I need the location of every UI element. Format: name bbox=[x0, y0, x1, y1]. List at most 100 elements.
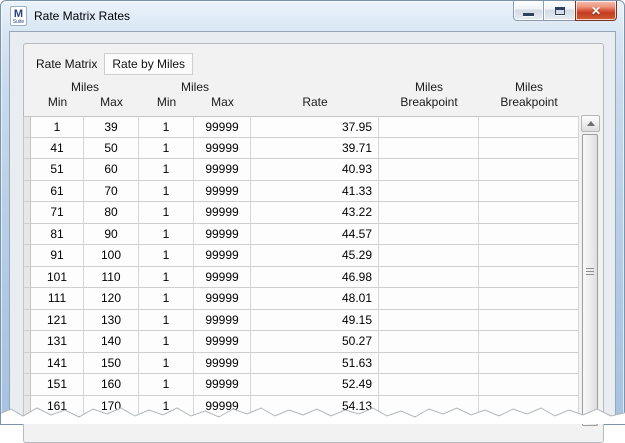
grid-cell[interactable]: 121 bbox=[31, 310, 84, 332]
grid-cell[interactable]: 46.98 bbox=[251, 267, 379, 289]
row-indicator[interactable] bbox=[23, 159, 31, 181]
grid-cell[interactable]: 99999 bbox=[194, 245, 251, 267]
grid-cell[interactable] bbox=[379, 374, 479, 396]
grid-cell[interactable]: 91 bbox=[31, 245, 84, 267]
grid-cell[interactable] bbox=[379, 202, 479, 224]
grid-cell[interactable] bbox=[379, 396, 479, 418]
grid-cell[interactable]: 54.13 bbox=[251, 396, 379, 418]
grid-cell[interactable]: 44.57 bbox=[251, 224, 379, 246]
close-button[interactable]: ✕ bbox=[575, 1, 617, 21]
grid-cell[interactable]: 130 bbox=[84, 310, 139, 332]
row-indicator[interactable] bbox=[23, 181, 31, 203]
app-icon[interactable]: M Suite bbox=[10, 6, 27, 26]
grid-cell[interactable]: 99999 bbox=[194, 288, 251, 310]
grid-cell[interactable]: 52.49 bbox=[251, 374, 379, 396]
grid-cell[interactable]: 1 bbox=[139, 374, 194, 396]
grid-cell[interactable]: 99999 bbox=[194, 353, 251, 375]
grid-cell[interactable]: 110 bbox=[84, 267, 139, 289]
grid-cell[interactable] bbox=[379, 353, 479, 375]
grid-cell[interactable]: 41 bbox=[31, 138, 84, 160]
grid-cell[interactable]: 120 bbox=[84, 288, 139, 310]
grid-cell[interactable]: 1 bbox=[139, 159, 194, 181]
grid-cell[interactable]: 1 bbox=[139, 288, 194, 310]
grid-cell[interactable]: 1 bbox=[139, 202, 194, 224]
grid-cell[interactable]: 1 bbox=[139, 224, 194, 246]
grid-cell[interactable]: 90 bbox=[84, 224, 139, 246]
grid-cell[interactable] bbox=[479, 116, 579, 138]
grid-cell[interactable]: 61 bbox=[31, 181, 84, 203]
maximize-button[interactable] bbox=[544, 1, 575, 21]
row-indicator[interactable] bbox=[23, 267, 31, 289]
titlebar[interactable]: M Suite Rate Matrix Rates ✕ bbox=[1, 1, 624, 31]
grid-cell[interactable]: 81 bbox=[31, 224, 84, 246]
grid-cell[interactable]: 170 bbox=[84, 396, 139, 418]
grid-cell[interactable]: 60 bbox=[84, 159, 139, 181]
row-indicator[interactable] bbox=[23, 396, 31, 418]
grid-cell[interactable] bbox=[479, 202, 579, 224]
grid-cell[interactable]: 50 bbox=[84, 138, 139, 160]
grid-cell[interactable]: 39 bbox=[84, 116, 139, 138]
grid-cell[interactable]: 1 bbox=[139, 331, 194, 353]
row-indicator[interactable] bbox=[23, 374, 31, 396]
tab-rate-by-miles[interactable]: Rate by Miles bbox=[104, 53, 193, 75]
grid-cell[interactable]: 100 bbox=[84, 245, 139, 267]
grid-cell[interactable] bbox=[479, 310, 579, 332]
grid-cell[interactable]: 45.29 bbox=[251, 245, 379, 267]
grid-cell[interactable]: 1 bbox=[31, 116, 84, 138]
row-indicator[interactable] bbox=[23, 310, 31, 332]
grid-cell[interactable]: 99999 bbox=[194, 331, 251, 353]
row-indicator[interactable] bbox=[23, 245, 31, 267]
grid-cell[interactable] bbox=[379, 288, 479, 310]
grid-cell[interactable]: 51.63 bbox=[251, 353, 379, 375]
grid-cell[interactable]: 49.15 bbox=[251, 310, 379, 332]
grid-cell[interactable]: 99999 bbox=[194, 202, 251, 224]
column-header[interactable]: Min bbox=[31, 95, 84, 109]
grid-cell[interactable]: 99999 bbox=[194, 116, 251, 138]
grid-cell[interactable]: 101 bbox=[31, 267, 84, 289]
grid-cell[interactable]: 111 bbox=[31, 288, 84, 310]
row-indicator[interactable] bbox=[23, 331, 31, 353]
grid-cell[interactable]: 1 bbox=[139, 310, 194, 332]
grid-cell[interactable]: 51 bbox=[31, 159, 84, 181]
grid-cell[interactable]: 39.71 bbox=[251, 138, 379, 160]
grid-cell[interactable]: 50.27 bbox=[251, 331, 379, 353]
row-indicator[interactable] bbox=[23, 116, 31, 138]
grid-cell[interactable]: 99999 bbox=[194, 181, 251, 203]
grid-cell[interactable] bbox=[479, 159, 579, 181]
grid-cell[interactable]: 1 bbox=[139, 138, 194, 160]
grid-cell[interactable]: 1 bbox=[139, 181, 194, 203]
grid-cell[interactable] bbox=[379, 159, 479, 181]
grid-cell[interactable]: 150 bbox=[84, 353, 139, 375]
grid-cell[interactable]: 99999 bbox=[194, 224, 251, 246]
grid-cell[interactable]: 151 bbox=[31, 374, 84, 396]
grid-cell[interactable] bbox=[479, 396, 579, 418]
grid-cell[interactable]: 71 bbox=[31, 202, 84, 224]
grid-cell[interactable]: 70 bbox=[84, 181, 139, 203]
row-indicator[interactable] bbox=[23, 138, 31, 160]
grid-cell[interactable]: 160 bbox=[84, 374, 139, 396]
grid-cell[interactable]: 99999 bbox=[194, 267, 251, 289]
grid-cell[interactable] bbox=[379, 310, 479, 332]
grid-cell[interactable] bbox=[479, 288, 579, 310]
grid-cell[interactable] bbox=[479, 267, 579, 289]
grid-cell[interactable] bbox=[479, 138, 579, 160]
grid-cell[interactable] bbox=[479, 224, 579, 246]
grid-cell[interactable]: 80 bbox=[84, 202, 139, 224]
column-header[interactable]: Rate bbox=[251, 95, 379, 109]
grid-cell[interactable]: 140 bbox=[84, 331, 139, 353]
column-header[interactable]: Max bbox=[84, 95, 139, 109]
grid-cell[interactable]: 141 bbox=[31, 353, 84, 375]
grid-cell[interactable]: 1 bbox=[139, 267, 194, 289]
grid-cell[interactable] bbox=[479, 374, 579, 396]
grid-cell[interactable] bbox=[479, 245, 579, 267]
column-header[interactable]: Breakpoint bbox=[479, 95, 579, 109]
grid-cell[interactable]: 99999 bbox=[194, 374, 251, 396]
tab-rate-matrix[interactable]: Rate Matrix bbox=[29, 54, 104, 74]
row-indicator[interactable] bbox=[23, 202, 31, 224]
grid-cell[interactable]: 99999 bbox=[194, 138, 251, 160]
column-header[interactable]: Max bbox=[194, 95, 251, 109]
grid-cell[interactable]: 161 bbox=[31, 396, 84, 418]
minimize-button[interactable] bbox=[513, 1, 544, 21]
grid-cell[interactable]: 48.01 bbox=[251, 288, 379, 310]
grid-cell[interactable] bbox=[479, 353, 579, 375]
